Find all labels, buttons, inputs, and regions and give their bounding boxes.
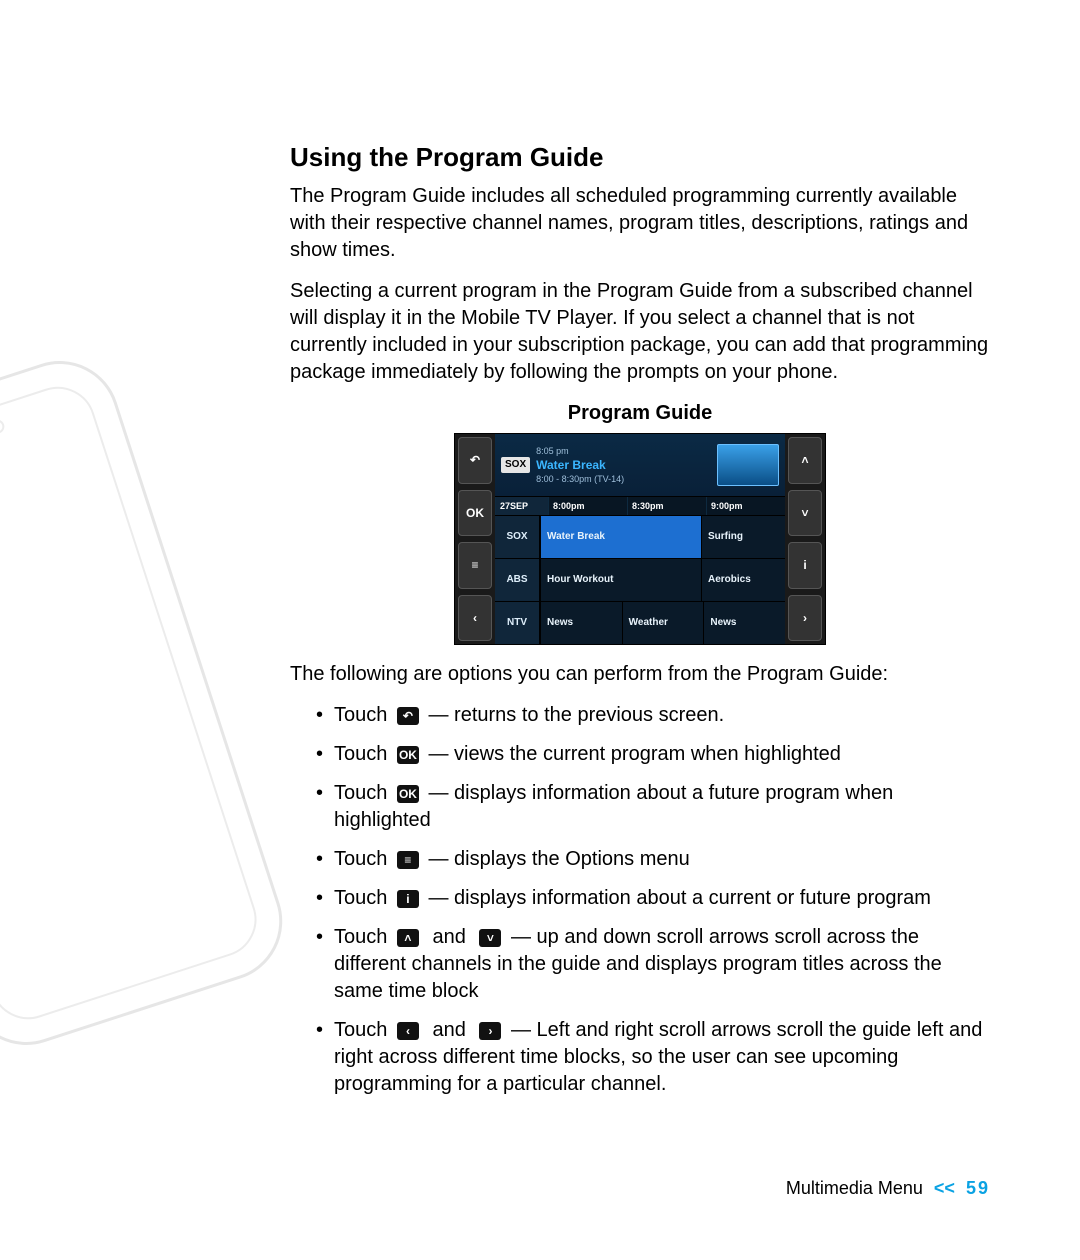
footer-section: Multimedia Menu [786,1178,923,1198]
option-info: Touch i — displays information about a c… [316,885,990,912]
left-arrow-icon: ‹ [397,1022,419,1040]
guide-row[interactable]: ABS Hour Workout Aerobics [495,558,785,601]
channel-label: ABS [495,559,540,601]
page-footer: Multimedia Menu << 59 [786,1176,990,1200]
option-text: — returns to the previous screen. [429,704,725,726]
screenshot-caption: Program Guide [290,400,990,427]
program-cell-selected[interactable]: Water Break [540,516,701,558]
ok-icon: OK [397,746,419,764]
touch-word: Touch [334,704,387,726]
up-arrow-icon: ˄ [397,929,419,947]
page-number: 59 [966,1178,990,1198]
touch-word: Touch [334,743,387,765]
option-text: — displays the Options menu [429,848,690,870]
screenshot-grid: SOX 8:05 pm Water Break 8:00 - 8:30pm (T… [495,434,785,644]
manual-page: Using the Program Guide The Program Guid… [0,0,1080,1260]
time-slot-3: 9:00pm [706,497,785,515]
option-text: — views the current program when highlig… [429,743,841,765]
menu-button[interactable]: ≡ [458,542,492,589]
option-back: Touch ↶ — returns to the previous screen… [316,702,990,729]
option-text: — displays information about a current o… [429,887,931,909]
right-arrow-icon: › [479,1022,501,1040]
program-guide-screenshot: ↶ OK ≡ ‹ SOX 8:05 pm Water Break 8:00 - … [454,433,826,645]
scroll-up-button[interactable]: ˄ [788,437,822,484]
option-ok-info: Touch OK — displays information about a … [316,780,990,834]
option-ok-view: Touch OK — views the current program whe… [316,741,990,768]
program-cell[interactable]: Hour Workout [540,559,701,601]
touch-word: Touch [334,926,387,948]
clock-label: 8:05 pm [536,445,717,457]
current-program-subtitle: 8:00 - 8:30pm (TV-14) [536,473,717,485]
info-button[interactable]: i [788,542,822,589]
touch-word: Touch [334,848,387,870]
options-intro: The following are options you can perfor… [290,661,990,688]
program-cell[interactable]: Aerobics [701,559,785,601]
touch-word: Touch [334,887,387,909]
section-heading: Using the Program Guide [290,140,990,175]
date-label: 27SEP [495,497,548,515]
scroll-right-button[interactable]: › [788,595,822,642]
down-arrow-icon: ˅ [479,929,501,947]
phone-outline-decoration [0,345,298,1060]
channel-label: SOX [495,516,540,558]
touch-word: Touch [334,782,387,804]
current-program-title: Water Break [536,457,717,473]
option-text: — up and down scroll arrows scroll acros… [334,926,942,1002]
ok-button[interactable]: OK [458,490,492,537]
program-cell[interactable]: Surfing [701,516,785,558]
menu-icon: ≡ [397,851,419,869]
screenshot-left-buttons: ↶ OK ≡ ‹ [455,434,495,644]
back-icon: ↶ [397,707,419,725]
guide-row[interactable]: NTV News Weather News [495,601,785,644]
scroll-left-button[interactable]: ‹ [458,595,492,642]
program-cell[interactable]: News [703,602,785,644]
time-slot-2: 8:30pm [627,497,706,515]
screenshot-header: SOX 8:05 pm Water Break 8:00 - 8:30pm (T… [495,434,785,497]
scroll-down-button[interactable]: ˅ [788,490,822,537]
and-word: and [429,926,470,948]
program-cell[interactable]: News [540,602,622,644]
and-word: and [429,1019,470,1041]
option-left-right: Touch ‹ and › — Left and right scroll ar… [316,1017,990,1098]
option-menu: Touch ≡ — displays the Options menu [316,846,990,873]
program-cell[interactable]: Weather [622,602,704,644]
footer-separator-icon: << [928,1178,961,1198]
preview-thumbnail [717,444,779,486]
touch-word: Touch [334,1019,387,1041]
info-icon: i [397,890,419,908]
current-channel-tag: SOX [501,457,530,473]
back-button[interactable]: ↶ [458,437,492,484]
intro-paragraph-1: The Program Guide includes all scheduled… [290,183,990,264]
intro-paragraph-2: Selecting a current program in the Progr… [290,278,990,386]
guide-rows: SOX Water Break Surfing ABS Hour Workout… [495,515,785,644]
ok-icon: OK [397,785,419,803]
options-list: Touch ↶ — returns to the previous screen… [316,702,990,1098]
time-header-row: 27SEP 8:00pm 8:30pm 9:00pm [495,497,785,515]
screenshot-right-buttons: ˄ ˅ i › [785,434,825,644]
channel-label: NTV [495,602,540,644]
guide-row[interactable]: SOX Water Break Surfing [495,515,785,558]
time-slot-1: 8:00pm [548,497,627,515]
option-up-down: Touch ˄ and ˅ — up and down scroll arrow… [316,924,990,1005]
page-content: Using the Program Guide The Program Guid… [290,140,990,1110]
